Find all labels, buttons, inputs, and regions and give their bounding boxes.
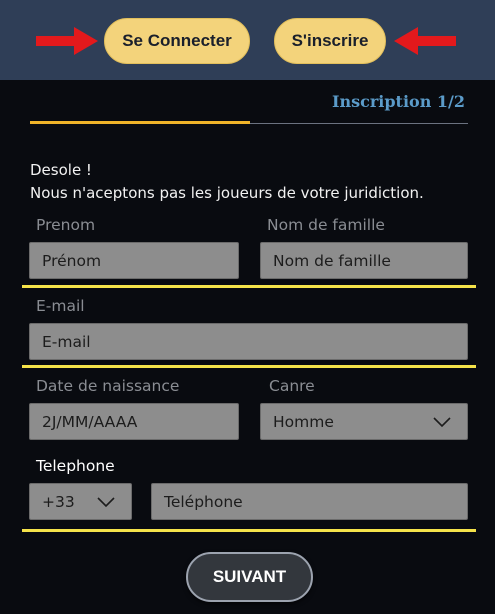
email-label: E-mail [36, 297, 85, 315]
firstname-label: Prenom [36, 216, 96, 234]
phone-prefix-value: +33 [42, 492, 75, 511]
error-message-title: Desole ! [30, 161, 92, 179]
chevron-down-icon [97, 497, 115, 508]
lastname-label: Nom de famille [267, 216, 385, 234]
chevron-down-icon [433, 417, 451, 428]
firstname-input[interactable]: Prénom [29, 242, 239, 279]
separator [22, 529, 476, 532]
progress-tab-inactive [250, 123, 468, 124]
phone-label: Telephone [36, 457, 115, 475]
lastname-input[interactable]: Nom de famille [260, 242, 468, 279]
red-arrow-right-icon [36, 27, 98, 55]
red-arrow-left-icon [394, 27, 456, 55]
email-input[interactable]: E-mail [29, 323, 468, 360]
gender-select[interactable]: Homme [260, 403, 468, 440]
phone-prefix-select[interactable]: +33 [29, 483, 132, 520]
login-button[interactable]: Se Connecter [104, 18, 250, 64]
birthdate-input[interactable]: 2J/MM/AAAA [29, 403, 239, 440]
next-button[interactable]: SUIVANT [186, 552, 313, 602]
separator [22, 285, 476, 288]
birthdate-label: Date de naissance [36, 377, 180, 395]
gender-label: Canre [269, 377, 315, 395]
signup-button[interactable]: S'inscrire [274, 18, 386, 64]
gender-select-value: Homme [273, 412, 334, 431]
step-title: Inscription 1/2 [331, 92, 465, 111]
separator [22, 365, 476, 368]
error-message-text: Nous n'aceptons pas les joueurs de votre… [30, 184, 424, 202]
phone-input[interactable]: Teléphone [151, 483, 468, 520]
progress-tab-active [30, 121, 250, 124]
